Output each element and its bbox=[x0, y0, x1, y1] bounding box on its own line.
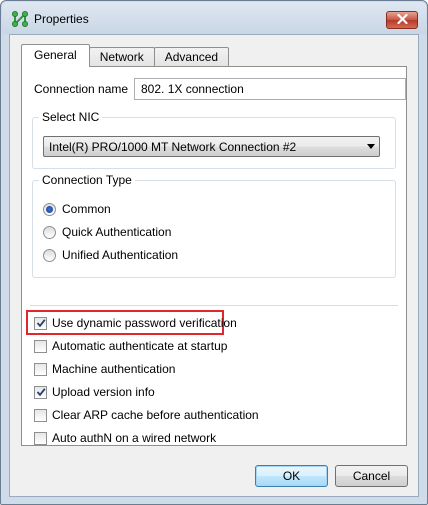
checkbox-dynamic-password[interactable]: Use dynamic password verification bbox=[34, 315, 237, 331]
general-tab-panel: Connection name 802. 1X connection Selec… bbox=[21, 66, 407, 446]
checkbox-auto-authn-wired[interactable]: Auto authN on a wired network bbox=[34, 430, 216, 446]
checkbox-dynamic-password-label: Use dynamic password verification bbox=[52, 316, 237, 330]
radio-quick-authentication-label: Quick Authentication bbox=[62, 225, 172, 239]
checkbox-auto-authn-wired-label: Auto authN on a wired network bbox=[52, 431, 217, 445]
radio-button[interactable] bbox=[43, 202, 56, 216]
tab-general[interactable]: General bbox=[21, 44, 90, 67]
connection-name-label: Connection name bbox=[34, 82, 129, 96]
select-nic-group: Select NIC Intel(R) PRO/1000 MT Network … bbox=[32, 110, 396, 169]
checkbox[interactable] bbox=[34, 316, 47, 330]
checkbox-upload-version-info[interactable]: Upload version info bbox=[34, 384, 155, 400]
connection-type-legend: Connection Type bbox=[39, 173, 135, 187]
checkbox[interactable] bbox=[34, 431, 47, 445]
properties-dialog: Properties General Network Advanced Conn… bbox=[0, 0, 428, 505]
radio-common-label: Common bbox=[62, 202, 111, 216]
connection-name-input[interactable]: 802. 1X connection bbox=[134, 78, 406, 100]
radio-unified-authentication-label: Unified Authentication bbox=[62, 248, 179, 262]
ok-button[interactable]: OK bbox=[255, 465, 328, 487]
radio-quick-authentication[interactable]: Quick Authentication bbox=[43, 224, 171, 240]
checkbox-auto-authenticate-startup[interactable]: Automatic authenticate at startup bbox=[34, 338, 227, 354]
divider bbox=[30, 305, 398, 306]
checkbox[interactable] bbox=[34, 362, 47, 376]
network-nodes-icon bbox=[11, 10, 29, 28]
checkbox-clear-arp-cache-label: Clear ARP cache before authentication bbox=[52, 408, 259, 422]
tab-network[interactable]: Network bbox=[88, 47, 155, 67]
checkmark-icon bbox=[36, 319, 46, 328]
checkbox-machine-authentication-label: Machine authentication bbox=[52, 362, 176, 376]
checkbox[interactable] bbox=[34, 408, 47, 422]
radio-button[interactable] bbox=[43, 225, 56, 239]
connection-type-group: Connection Type Common Quick Authenticat… bbox=[32, 173, 396, 278]
connection-name-row: Connection name 802. 1X connection bbox=[34, 78, 406, 100]
nic-dropdown[interactable]: Intel(R) PRO/1000 MT Network Connection … bbox=[43, 136, 380, 157]
tab-advanced[interactable]: Advanced bbox=[153, 47, 230, 67]
dialog-client-area: General Network Advanced Connection name… bbox=[9, 34, 419, 497]
radio-selected-dot bbox=[46, 205, 53, 213]
checkbox-auto-authenticate-startup-label: Automatic authenticate at startup bbox=[52, 339, 228, 353]
cancel-button[interactable]: Cancel bbox=[335, 465, 408, 487]
checkbox[interactable] bbox=[34, 385, 47, 399]
close-icon bbox=[396, 13, 408, 27]
checkbox-machine-authentication[interactable]: Machine authentication bbox=[34, 361, 175, 377]
checkbox-clear-arp-cache[interactable]: Clear ARP cache before authentication bbox=[34, 407, 259, 423]
radio-button[interactable] bbox=[43, 248, 56, 262]
chevron-down-icon bbox=[363, 137, 379, 156]
title-bar[interactable]: Properties bbox=[2, 2, 426, 34]
nic-selected-value: Intel(R) PRO/1000 MT Network Connection … bbox=[49, 139, 297, 154]
select-nic-legend: Select NIC bbox=[39, 110, 103, 124]
tab-strip: General Network Advanced bbox=[21, 44, 230, 67]
checkbox-upload-version-info-label: Upload version info bbox=[52, 385, 155, 399]
radio-common[interactable]: Common bbox=[43, 201, 111, 217]
checkbox[interactable] bbox=[34, 339, 47, 353]
window-title: Properties bbox=[34, 12, 89, 26]
radio-unified-authentication[interactable]: Unified Authentication bbox=[43, 247, 178, 263]
close-button[interactable] bbox=[386, 11, 418, 29]
checkmark-icon bbox=[36, 388, 46, 397]
